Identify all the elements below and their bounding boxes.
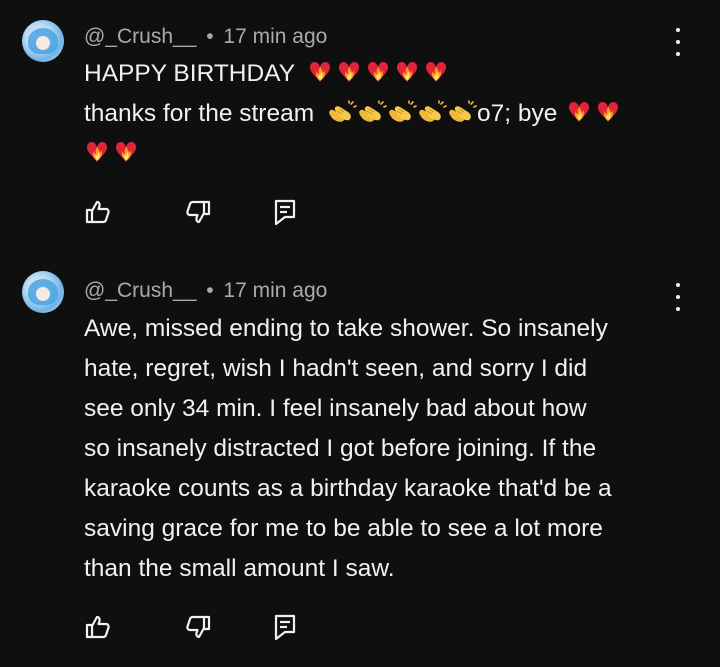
heart-on-fire-emoji: [394, 59, 420, 85]
comment-2: @_Crush__ • 17 min ago Awe, missed endin…: [0, 250, 720, 667]
comment-line: hate, regret, wish I hadn't seen, and so…: [84, 355, 588, 382]
comment-line: [84, 134, 684, 174]
comment-line: Awe, missed ending to take shower. So in…: [84, 315, 608, 342]
comment-time[interactable]: 17 min ago: [223, 279, 327, 302]
comment-text: thanks for the stream: [84, 100, 315, 127]
comment-line: thanks for the stream o7; bye: [84, 94, 684, 134]
comment-1: @_Crush__ • 17 min ago HAPPY BIRTHDAY th…: [0, 0, 720, 250]
thumbs-up-icon[interactable]: [84, 613, 112, 646]
heart-on-fire-emoji: [84, 139, 110, 165]
clapping-hands-emoji: [387, 100, 417, 124]
heart-on-fire-emoji: [595, 99, 621, 125]
comment-line: karaoke counts as a birthday karaoke tha…: [84, 475, 612, 502]
meta-separator: •: [206, 25, 214, 48]
comment-line: see only 34 min. I feel insanely bad abo…: [84, 395, 587, 422]
heart-on-fire-emoji: [336, 59, 362, 85]
comment-body: Awe, missed ending to take shower. So in…: [84, 309, 684, 589]
avatar[interactable]: [22, 271, 64, 313]
emoji-group: [566, 100, 624, 127]
comment-meta: @_Crush__ • 17 min ago: [84, 25, 327, 49]
comment-line: than the small amount I saw.: [84, 555, 395, 582]
reply-icon[interactable]: [273, 613, 297, 646]
heart-on-fire-emoji: [365, 59, 391, 85]
comment-line: HAPPY BIRTHDAY: [84, 54, 684, 94]
clapping-hands-emoji: [327, 100, 357, 124]
comment-meta: @_Crush__ • 17 min ago: [84, 279, 327, 303]
author-name[interactable]: @_Crush__: [84, 25, 196, 48]
emoji-group: [327, 100, 477, 127]
comment-text: HAPPY BIRTHDAY: [84, 60, 295, 87]
more-vert-icon[interactable]: [667, 283, 689, 311]
heart-on-fire-emoji: [566, 99, 592, 125]
comment-actions: [84, 613, 324, 641]
clapping-hands-emoji: [357, 100, 387, 124]
comment-line: saving grace for me to be able to see a …: [84, 515, 603, 542]
heart-on-fire-emoji: [113, 139, 139, 165]
comment-time[interactable]: 17 min ago: [223, 25, 327, 48]
heart-on-fire-emoji: [423, 59, 449, 85]
emoji-group: [84, 140, 142, 167]
thumbs-up-icon[interactable]: [84, 198, 112, 231]
thumbs-down-icon[interactable]: [184, 198, 212, 231]
comment-body: HAPPY BIRTHDAY thanks for the stream o7;…: [84, 54, 684, 174]
author-name[interactable]: @_Crush__: [84, 279, 196, 302]
comment-text: o7; bye: [476, 100, 558, 127]
clapping-hands-emoji: [447, 100, 477, 124]
avatar[interactable]: [22, 20, 64, 62]
thumbs-down-icon[interactable]: [184, 613, 212, 646]
comment-actions: [84, 198, 324, 226]
emoji-group: [307, 60, 452, 87]
clapping-hands-emoji: [417, 100, 447, 124]
heart-on-fire-emoji: [307, 59, 333, 85]
comment-line: so insanely distracted I got before join…: [84, 435, 597, 462]
meta-separator: •: [206, 279, 214, 302]
more-vert-icon[interactable]: [667, 28, 689, 56]
reply-icon[interactable]: [273, 198, 297, 231]
